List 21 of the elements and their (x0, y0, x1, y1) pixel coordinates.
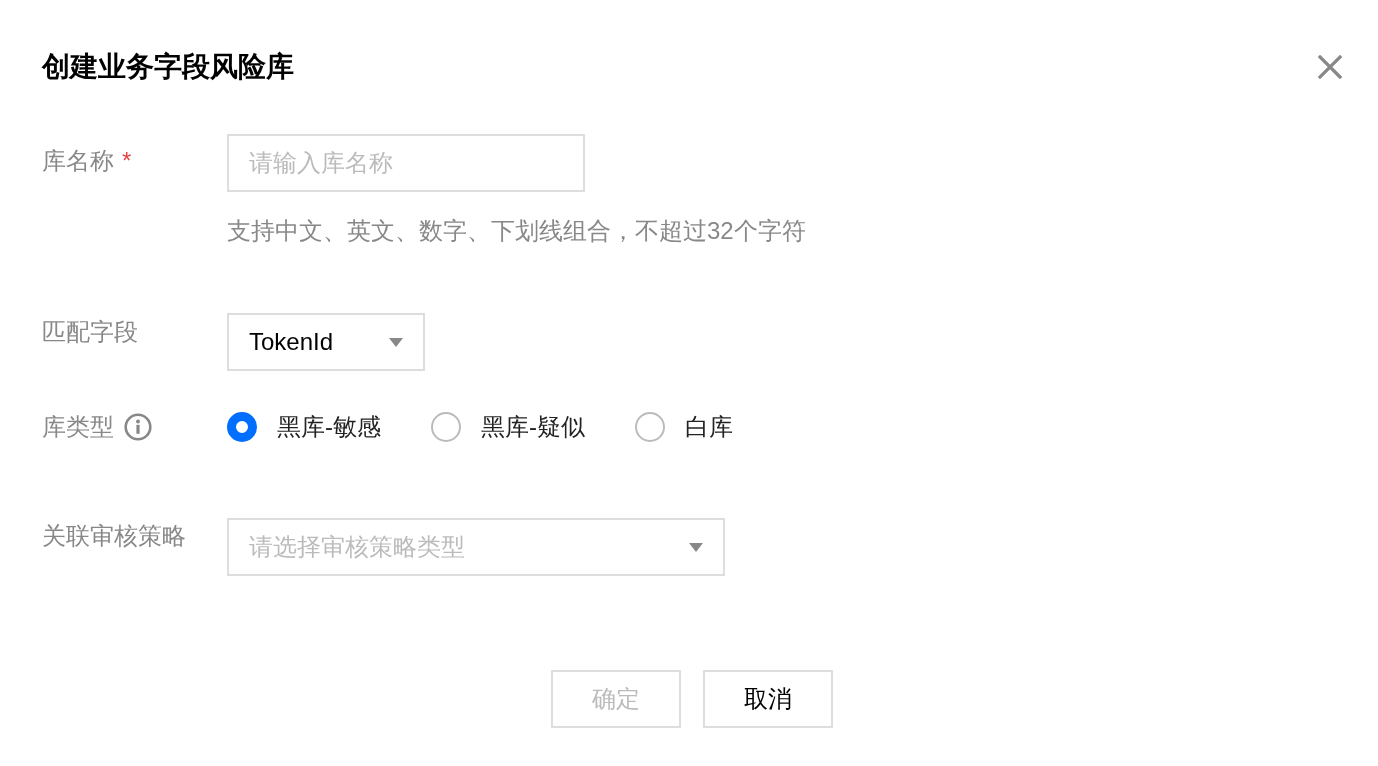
field-label: 匹配字段 (42, 317, 138, 347)
cancel-button[interactable]: 取消 (703, 670, 833, 728)
radio-button[interactable] (227, 412, 257, 442)
caret-icon (689, 542, 703, 552)
close-icon (1318, 55, 1342, 79)
field-label: 库名称 (42, 146, 114, 176)
close-button[interactable] (1318, 55, 1342, 79)
radio-label[interactable]: 白库 (685, 411, 733, 443)
input-field[interactable]: 请输入库名称 (227, 134, 585, 192)
radio-button[interactable] (635, 412, 665, 442)
hint-text: 支持中文、英文、数字、下划线组合，不超过32个字符 (227, 216, 806, 246)
dropdown-field[interactable]: TokenId (227, 313, 425, 371)
required-asterisk: * (122, 146, 132, 176)
caret-icon (389, 337, 403, 347)
radio-label[interactable]: 黑库-敏感 (277, 411, 381, 443)
field-label: 关联审核策略 (42, 521, 186, 551)
dialog-title: 创建业务字段风险库 (42, 50, 294, 84)
radio-label[interactable]: 黑库-疑似 (481, 411, 585, 443)
field-label: 库类型 (42, 412, 114, 442)
radio-button[interactable] (431, 412, 461, 442)
info-icon (124, 413, 152, 441)
